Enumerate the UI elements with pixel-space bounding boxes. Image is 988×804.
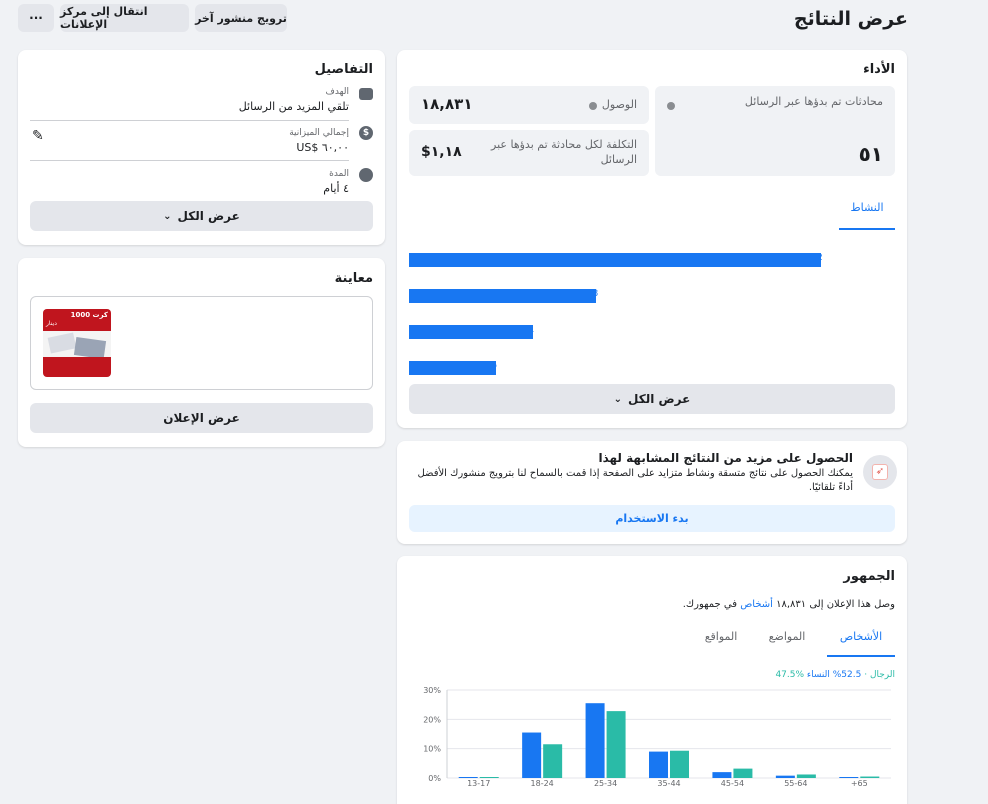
- see-all-label: عرض الكل: [628, 392, 691, 406]
- bar-men: [479, 777, 499, 778]
- conversations-label: محادثات تم بدؤها عبر الرسائل: [744, 95, 883, 108]
- performance-title: الأداء: [863, 62, 895, 77]
- y-tick-label: 20%: [423, 715, 441, 724]
- messenger-icon: [359, 88, 373, 100]
- page-title: عرض النتائج: [793, 8, 908, 30]
- bar-men: [796, 774, 816, 778]
- performance-see-all-button[interactable]: ⌄ عرض الكل: [409, 384, 895, 414]
- bar-women: [522, 732, 542, 778]
- details-see-all-button[interactable]: ⌄ عرض الكل: [30, 201, 373, 231]
- audience-title: الجمهور: [843, 569, 895, 584]
- activity-bar: [409, 289, 597, 303]
- info-icon[interactable]: [589, 102, 597, 110]
- details-card: التفاصيل الهدف تلقي المزيد من الرسائل $ …: [18, 50, 385, 245]
- cost-value: $١,١٨: [421, 144, 462, 160]
- rocket-icon: ➶: [863, 455, 897, 489]
- promo-card: ➶ الحصول على مزيد من النتائج المشابهة له…: [397, 441, 907, 544]
- ad-thumb-text: دينار: [46, 320, 57, 327]
- bar-men: [860, 776, 880, 778]
- bar-women: [775, 775, 795, 778]
- reach-metric: الوصول ١٨,٨٣١: [409, 86, 649, 124]
- goal-label: الهدف: [325, 87, 349, 97]
- promo-body: يمكنك الحصول على نتائج متسقة ونشاط متزاي…: [417, 468, 853, 493]
- tab-locations[interactable]: المواقع: [691, 630, 751, 643]
- y-tick-label: 30%: [423, 686, 441, 695]
- x-tick-label: +65: [851, 779, 868, 788]
- x-tick-label: 25-34: [594, 779, 617, 788]
- bar-men: [733, 768, 753, 778]
- bar-women: [712, 772, 732, 778]
- duration-label: المدة: [329, 169, 349, 179]
- view-ad-button[interactable]: عرض الإعلان: [30, 403, 373, 433]
- bar-women: [839, 777, 859, 778]
- info-icon[interactable]: [667, 102, 675, 110]
- chevron-down-icon: ⌄: [613, 393, 623, 405]
- ad-thumbnail: 1000 كرت دينار: [43, 309, 111, 377]
- audience-card: الجمهور وصل هذا الإعلان إلى ١٨,٨٣١ أشخاص…: [397, 556, 907, 804]
- cost-metric: التكلفة لكل محادثة تم بدؤها عبر الرسائل …: [409, 130, 649, 176]
- activity-bar-value: 8: [592, 289, 599, 299]
- bar-women: [585, 703, 605, 778]
- activity-bar: [409, 253, 821, 267]
- reach-label: الوصول: [601, 98, 637, 111]
- y-tick-label: 0%: [428, 774, 441, 783]
- conversations-metric: محادثات تم بدؤها عبر الرسائل ٥١: [655, 86, 895, 176]
- divider: [30, 160, 349, 161]
- x-tick-label: 13-17: [467, 779, 490, 788]
- people-link[interactable]: أشخاص: [740, 599, 773, 610]
- divider: [30, 120, 349, 121]
- start-using-button[interactable]: بدء الاستخدام: [409, 505, 895, 532]
- promote-another-post-button[interactable]: ترويج منشور آخر: [195, 4, 287, 32]
- go-to-ads-center-button[interactable]: انتقال إلى مركز الإعلانات: [60, 4, 189, 32]
- bar-women: [458, 777, 478, 778]
- bar-men: [670, 750, 689, 778]
- activity-bar-chart: 2 8 1 5: [409, 246, 823, 380]
- x-tick-label: 18-24: [531, 779, 554, 788]
- promo-title: الحصول على مزيد من النتائج المشابهة لهذا: [598, 451, 853, 465]
- reach-suffix: في جمهورك.: [682, 599, 737, 610]
- legend-women: 52.5% النساء: [806, 670, 862, 680]
- conversations-value: ٥١: [858, 142, 883, 166]
- dollar-icon: $: [359, 126, 373, 140]
- activity-bar-value: 2: [817, 253, 823, 263]
- ad-thumb-text: 1000 كرت: [70, 311, 108, 319]
- bar-women: [649, 751, 668, 778]
- y-tick-label: 10%: [423, 745, 441, 754]
- reach-value: ١٨,٨٣١: [421, 95, 473, 113]
- edit-pencil-icon[interactable]: ✎: [32, 128, 44, 144]
- x-tick-label: 55-64: [784, 779, 807, 788]
- goal-value: تلقي المزيد من الرسائل: [238, 100, 349, 113]
- duration-value: ٤ أيام: [323, 182, 349, 195]
- ad-preview-frame[interactable]: 1000 كرت دينار: [30, 296, 373, 390]
- activity-bar-value: 5: [491, 361, 498, 371]
- tab-activity[interactable]: النشاط: [839, 201, 895, 230]
- legend: 47.5% الرجال · 52.5% النساء: [775, 670, 895, 680]
- preview-title: معاينة: [334, 271, 373, 286]
- reach-prefix: وصل هذا الإعلان إلى ١٨,٨٣١: [776, 599, 895, 610]
- x-tick-label: 45-54: [721, 779, 744, 788]
- tab-placements[interactable]: المواضع: [757, 630, 817, 643]
- bar-men: [543, 744, 563, 778]
- tab-people[interactable]: الأشخاص: [827, 630, 895, 657]
- cost-label: التكلفة لكل محادثة تم بدؤها عبر الرسائل: [491, 138, 637, 166]
- more-options-button[interactable]: ···: [18, 4, 54, 32]
- preview-card: معاينة 1000 كرت دينار عرض الإعلان: [18, 258, 385, 447]
- age-gender-bar-chart: 30% 20% 10% 0% 13-17 18-24 25-34 35-44 45-54 55-6…: [423, 686, 891, 788]
- activity-bar-value: 1: [528, 325, 535, 335]
- budget-value: US$ ٦٠,٠٠: [296, 141, 349, 154]
- budget-label: إجمالي الميزانية: [289, 128, 349, 138]
- activity-bar: [409, 361, 496, 375]
- stopwatch-icon: [359, 168, 373, 182]
- performance-card: الأداء محادثات تم بدؤها عبر الرسائل ٥١ ا…: [397, 50, 907, 428]
- see-all-label: عرض الكل: [177, 209, 240, 223]
- activity-bar: [409, 325, 533, 339]
- chevron-down-icon: ⌄: [163, 210, 172, 222]
- audience-reach-text: وصل هذا الإعلان إلى ١٨,٨٣١ أشخاص في جمهو…: [683, 599, 895, 610]
- details-title: التفاصيل: [314, 62, 373, 77]
- x-tick-label: 35-44: [657, 779, 680, 788]
- bar-men: [606, 711, 626, 778]
